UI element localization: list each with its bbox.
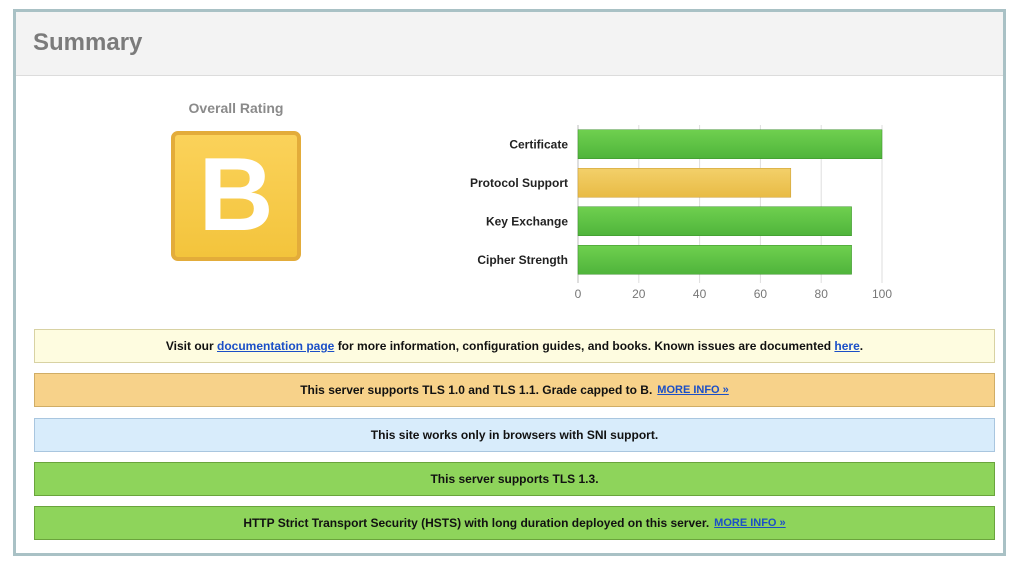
tls-cap-notice: This server supports TLS 1.0 and TLS 1.1… (34, 373, 995, 407)
documentation-page-link[interactable]: documentation page (217, 339, 334, 353)
x-tick-label-0: 0 (575, 287, 582, 301)
bar-certificate (577, 129, 883, 159)
x-tick-label-80: 80 (815, 287, 829, 301)
x-tick-label-60: 60 (754, 287, 768, 301)
x-tick-label-20: 20 (632, 287, 646, 301)
summary-panel: Summary Overall Rating B 0 20 40 60 80 100 Cer… (13, 9, 1006, 556)
category-label-key-exchange: Key Exchange (486, 214, 568, 228)
x-tick-label-40: 40 (693, 287, 707, 301)
tls-cap-text: This server supports TLS 1.0 and TLS 1.1… (300, 383, 653, 397)
page-title: Summary (33, 29, 143, 56)
sni-notice: This site works only in browsers with SN… (34, 418, 995, 452)
documentation-notice: Visit our documentation page for more in… (34, 329, 995, 363)
bar-protocol-support (577, 168, 792, 198)
rating-bar-chart: 0 20 40 60 80 100 Certificate Protocol Support K… (470, 125, 892, 301)
doc-notice-mid: for more information, configuration guid… (337, 339, 832, 353)
known-issues-link[interactable]: here (834, 339, 859, 353)
tls13-text: This server supports TLS 1.3. (430, 472, 599, 486)
category-label-certificate: Certificate (509, 137, 568, 151)
doc-notice-pre: Visit our (165, 339, 214, 353)
summary-header: Summary (16, 12, 1003, 76)
category-label-protocol-support: Protocol Support (470, 176, 568, 190)
sni-text: This site works only in browsers with SN… (370, 428, 659, 442)
category-label-cipher-strength: Cipher Strength (477, 253, 568, 267)
bar-key-exchange (577, 206, 852, 236)
x-tick-label-100: 100 (872, 287, 892, 301)
tls-cap-more-info-link[interactable]: MORE INFO » (657, 384, 729, 396)
grade-letter: B (198, 137, 274, 253)
hsts-text: HTTP Strict Transport Security (HSTS) wi… (243, 516, 710, 530)
hsts-more-info-link[interactable]: MORE INFO » (714, 517, 786, 529)
grade-badge: B (171, 131, 301, 261)
doc-notice-post: . (859, 339, 864, 353)
overall-rating-label: Overall Rating (188, 100, 284, 116)
tls13-notice: This server supports TLS 1.3. (34, 462, 995, 496)
bar-cipher-strength (577, 245, 852, 275)
hsts-notice: HTTP Strict Transport Security (HSTS) wi… (34, 506, 995, 540)
